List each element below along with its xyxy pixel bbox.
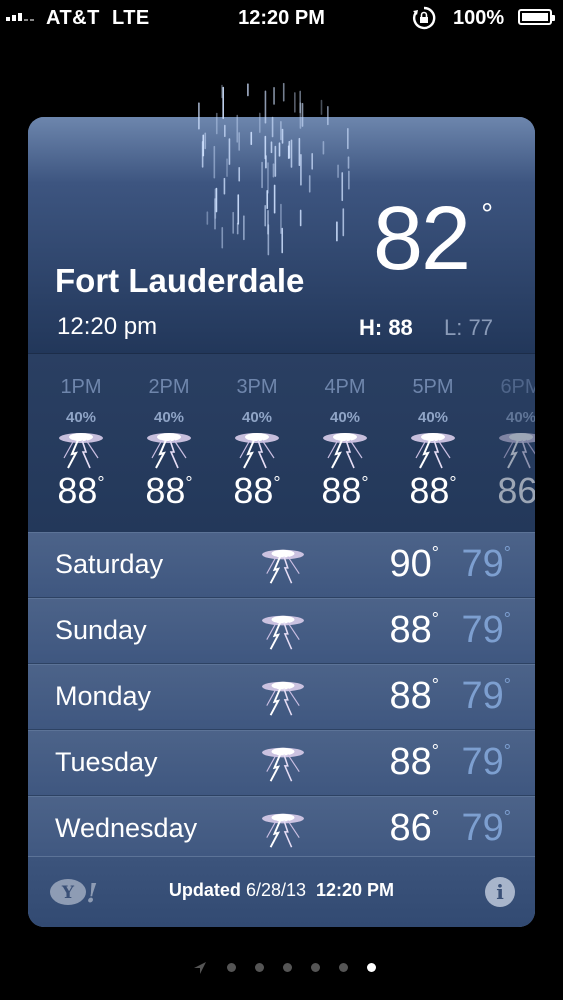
page-dot[interactable] bbox=[255, 963, 264, 972]
battery-icon bbox=[518, 9, 555, 25]
daily-forecast: Saturday 90° 79° Sunday 88° 79° Monday 8… bbox=[28, 532, 535, 862]
hourly-item: 2PM 40% 88° bbox=[125, 354, 213, 532]
current-conditions: Fort Lauderdale 82 ° 12:20 pm H: 88 L: 77 bbox=[28, 117, 535, 353]
status-bar: AT&T LTE 12:20 PM 100% bbox=[0, 0, 563, 36]
hour-temperature: 88° bbox=[321, 470, 369, 511]
local-time: 12:20 pm bbox=[57, 313, 158, 340]
day-name: Tuesday bbox=[55, 747, 158, 777]
thunderstorm-icon bbox=[262, 813, 304, 848]
day-name: Sunday bbox=[55, 615, 147, 645]
hourly-item: 5PM 40% 88° bbox=[389, 354, 477, 532]
hour-label: 2PM bbox=[148, 376, 190, 398]
thunderstorm-icon bbox=[499, 433, 535, 469]
info-button[interactable]: i bbox=[485, 877, 515, 907]
page-dot[interactable] bbox=[283, 963, 292, 972]
weather-card[interactable]: Fort Lauderdale 82 ° 12:20 pm H: 88 L: 77… bbox=[28, 117, 535, 927]
thunderstorm-icon bbox=[262, 681, 304, 716]
low-temperature: L: 77 bbox=[444, 315, 493, 340]
thunderstorm-icon bbox=[262, 549, 304, 584]
high-temperature: H: 88 bbox=[359, 315, 413, 340]
hour-label: 1PM bbox=[60, 376, 102, 398]
thunderstorm-icon bbox=[262, 747, 304, 782]
day-high: 90° bbox=[389, 543, 439, 585]
day-low: 79° bbox=[461, 675, 511, 717]
daily-row-saturday: Saturday 90° 79° bbox=[28, 532, 535, 598]
hourly-item: 4PM 40% 88° bbox=[301, 354, 389, 532]
thunderstorm-icon bbox=[235, 433, 279, 469]
hourly-item: 1PM 40% 88° bbox=[37, 354, 125, 532]
page-dot[interactable] bbox=[227, 963, 236, 972]
rotation-lock-icon bbox=[412, 6, 436, 30]
last-updated: Updated 6/28/13 12:20 PM bbox=[168, 880, 395, 900]
hour-temperature: 88° bbox=[145, 470, 193, 511]
hourly-forecast[interactable]: 1PM 40% 88° 2PM 40% 88° 3PM 40% 88° 4PM … bbox=[28, 353, 535, 533]
day-low: 79° bbox=[461, 807, 511, 849]
day-name: Monday bbox=[55, 681, 152, 711]
thunderstorm-icon bbox=[147, 433, 191, 469]
precip-chance: 40% bbox=[505, 409, 535, 426]
precip-chance: 40% bbox=[329, 409, 361, 426]
battery-percent: 100% bbox=[453, 7, 505, 29]
precip-chance: 40% bbox=[65, 409, 97, 426]
precip-chance: 40% bbox=[417, 409, 449, 426]
page-dot-active[interactable] bbox=[367, 963, 376, 972]
thunderstorm-icon bbox=[262, 615, 304, 650]
page-dot[interactable] bbox=[339, 963, 348, 972]
location-arrow-icon[interactable] bbox=[192, 960, 208, 976]
hour-temperature: 88° bbox=[409, 470, 457, 511]
card-footer: Y ! Updated 6/28/13 12:20 PM i bbox=[28, 856, 535, 927]
hour-temperature: 86° bbox=[497, 470, 535, 511]
day-high: 88° bbox=[389, 609, 439, 651]
day-high: 88° bbox=[389, 741, 439, 783]
day-name: Wednesday bbox=[55, 813, 198, 843]
thunderstorm-icon bbox=[323, 433, 367, 469]
daily-row-tuesday: Tuesday 88° 79° bbox=[28, 730, 535, 796]
page-indicator[interactable] bbox=[0, 958, 563, 978]
hour-label: 6PM bbox=[500, 376, 535, 398]
day-name: Saturday bbox=[55, 549, 164, 579]
precip-chance: 40% bbox=[153, 409, 185, 426]
current-temperature: 82 ° bbox=[373, 189, 493, 289]
daily-row-monday: Monday 88° 79° bbox=[28, 664, 535, 730]
daily-row-sunday: Sunday 88° 79° bbox=[28, 598, 535, 664]
hourly-item: 6PM 40% 86° bbox=[477, 354, 535, 532]
thunderstorm-icon bbox=[59, 433, 103, 469]
hour-temperature: 88° bbox=[233, 470, 281, 511]
day-high: 88° bbox=[389, 675, 439, 717]
precip-chance: 40% bbox=[241, 409, 273, 426]
hourly-item: 3PM 40% 88° bbox=[213, 354, 301, 532]
daily-row-wednesday: Wednesday 86° 79° bbox=[28, 796, 535, 862]
day-low: 79° bbox=[461, 543, 511, 585]
day-low: 79° bbox=[461, 741, 511, 783]
hour-label: 5PM bbox=[412, 376, 454, 398]
city-name: Fort Lauderdale bbox=[55, 262, 305, 299]
hour-temperature: 88° bbox=[57, 470, 105, 511]
hour-label: 4PM bbox=[324, 376, 366, 398]
hour-label: 3PM bbox=[236, 376, 278, 398]
day-high: 86° bbox=[389, 807, 439, 849]
page-dot[interactable] bbox=[311, 963, 320, 972]
thunderstorm-icon bbox=[411, 433, 455, 469]
day-low: 79° bbox=[461, 609, 511, 651]
